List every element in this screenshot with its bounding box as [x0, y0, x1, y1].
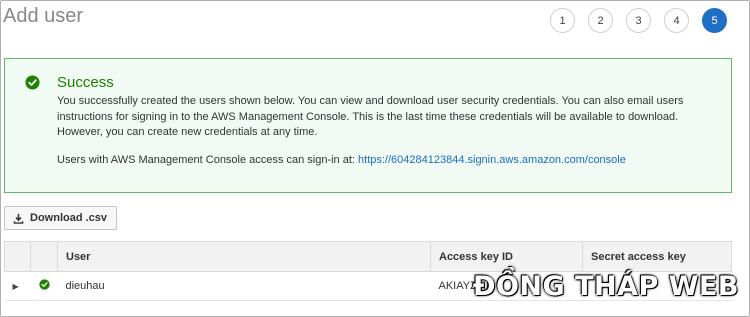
step-4[interactable]: 4	[664, 8, 689, 33]
step-5-active[interactable]: 5	[702, 8, 727, 33]
step-1[interactable]: 1	[550, 8, 575, 33]
table-header-row: User Access key ID Secret access key	[4, 241, 732, 272]
download-csv-label: Download .csv	[30, 212, 108, 224]
alert-message: You successfully created the users shown…	[57, 95, 684, 138]
add-user-window: Add user 1 2 3 4 5 Success You successfu…	[0, 0, 750, 317]
alert-body: You successfully created the users shown…	[57, 94, 717, 168]
signin-line: Users with AWS Management Console access…	[57, 153, 717, 169]
caret-right-icon[interactable]: ▶	[13, 282, 19, 291]
download-icon	[13, 213, 24, 224]
user-name-cell: dieuhau	[57, 271, 431, 301]
wizard-steps: 1 2 3 4 5	[550, 8, 727, 33]
page-title: Add user	[3, 5, 84, 27]
watermark-logo: ĐỒNG THÁP WEB	[472, 271, 739, 302]
status-cell	[30, 271, 58, 301]
download-csv-button[interactable]: Download .csv	[4, 206, 118, 230]
access-key-column-header[interactable]: Access key ID	[430, 241, 583, 272]
check-circle-icon	[38, 279, 50, 290]
success-alert: Success You successfully created the use…	[4, 58, 732, 193]
status-column-header	[30, 241, 58, 272]
expand-column-header	[4, 241, 31, 272]
alert-title: Success	[57, 74, 114, 91]
secret-key-column-header[interactable]: Secret access key	[582, 241, 732, 272]
expand-cell[interactable]: ▶	[4, 271, 31, 301]
step-3[interactable]: 3	[626, 8, 651, 33]
signin-link[interactable]: https://604284123844.signin.aws.amazon.c…	[358, 154, 626, 166]
check-circle-icon	[25, 75, 40, 90]
signin-prefix: Users with AWS Management Console access…	[57, 153, 359, 166]
step-2[interactable]: 2	[588, 8, 613, 33]
user-column-header[interactable]: User	[57, 241, 431, 272]
